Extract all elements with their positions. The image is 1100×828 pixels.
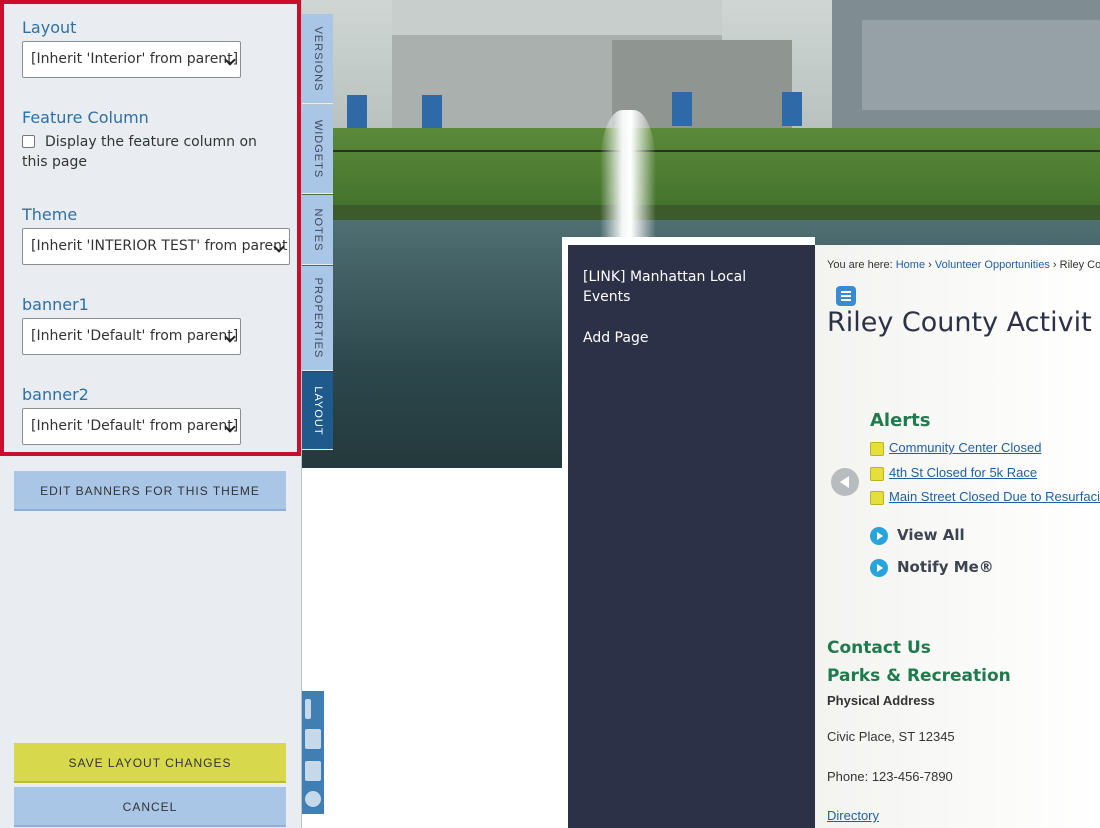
- mini-toolbar: [302, 691, 324, 814]
- layout-panel: Layout [Inherit 'Interior' from parent] …: [0, 0, 302, 828]
- banner1-label: banner1: [22, 295, 89, 314]
- tab-properties[interactable]: PROPERTIES: [302, 266, 333, 371]
- nav-item-manhattan-events[interactable]: [LINK] Manhattan Local Events: [583, 267, 763, 307]
- tab-versions-label: VERSIONS: [311, 26, 324, 91]
- arrow-circle-icon: [870, 559, 888, 577]
- banner1-select-value: [Inherit 'Default' from parent]: [31, 328, 239, 344]
- theme-label: Theme: [22, 205, 78, 224]
- tab-properties-label: PROPERTIES: [311, 277, 324, 359]
- theme-select[interactable]: [Inherit 'INTERIOR TEST' from parent]: [22, 228, 290, 265]
- banner2-select[interactable]: [Inherit 'Default' from parent]: [22, 408, 241, 445]
- save-layout-button[interactable]: SAVE LAYOUT CHANGES: [14, 743, 286, 783]
- phone-number: Phone: 123-456-7890: [827, 769, 953, 784]
- nav-item-add-page[interactable]: Add Page: [583, 328, 763, 348]
- breadcrumb-prefix: You are here:: [827, 259, 893, 271]
- page-content: You are here: Home › Volunteer Opportuni…: [815, 245, 1100, 828]
- breadcrumb-separator: ›: [928, 259, 932, 271]
- alert-bullet-icon: [870, 491, 884, 505]
- alerts-title: Alerts: [870, 410, 931, 431]
- alert-link[interactable]: Community Center Closed: [889, 440, 1041, 455]
- breadcrumb-separator: ›: [1052, 259, 1057, 271]
- view-all-label: View All: [897, 526, 965, 544]
- layout-form-highlight: Layout [Inherit 'Interior' from parent] …: [0, 0, 301, 456]
- feature-column-label: Feature Column: [22, 108, 149, 127]
- edit-banners-button[interactable]: EDIT BANNERS FOR THIS THEME: [14, 471, 286, 511]
- address-value: Civic Place, ST 12345: [827, 729, 955, 744]
- cancel-button[interactable]: CANCEL: [14, 787, 286, 827]
- tab-layout[interactable]: LAYOUT: [302, 372, 333, 450]
- layout-select[interactable]: [Inherit 'Interior' from parent]: [22, 41, 241, 78]
- page-left-nav: [LINK] Manhattan Local Events Add Page: [562, 237, 815, 828]
- theme-select-value: [Inherit 'INTERIOR TEST' from parent]: [31, 238, 290, 254]
- contact-us-heading: Contact Us: [827, 638, 931, 658]
- tab-notes[interactable]: NOTES: [302, 195, 333, 265]
- previous-arrow-icon[interactable]: [831, 468, 859, 496]
- notify-me-label: Notify Me®: [897, 558, 994, 576]
- breadcrumb-volunteer[interactable]: Volunteer Opportunities: [935, 259, 1050, 271]
- page-icon[interactable]: [305, 729, 321, 749]
- tab-layout-label: LAYOUT: [311, 385, 324, 436]
- arrow-circle-icon: [870, 527, 888, 545]
- tab-widgets[interactable]: WIDGETS: [302, 105, 333, 194]
- list-icon[interactable]: [836, 286, 856, 306]
- breadcrumb-current: Riley Co: [1059, 259, 1100, 271]
- tab-notes-label: NOTES: [311, 208, 324, 251]
- layout-label: Layout: [22, 18, 77, 37]
- breadcrumb: You are here: Home › Volunteer Opportuni…: [827, 259, 1100, 271]
- feature-column-checkbox-label: Display the feature column on this page: [22, 134, 257, 170]
- document-icon[interactable]: [305, 761, 321, 781]
- directory-link[interactable]: Directory: [827, 808, 879, 823]
- alert-link[interactable]: Main Street Closed Due to Resurfaci: [889, 489, 1100, 504]
- banner2-label: banner2: [22, 385, 89, 404]
- department-heading: Parks & Recreation: [827, 666, 1011, 686]
- layout-select-value: [Inherit 'Interior' from parent]: [31, 51, 239, 67]
- tab-widgets-label: WIDGETS: [311, 119, 324, 179]
- layout-icon[interactable]: [305, 699, 311, 719]
- banner1-select[interactable]: [Inherit 'Default' from parent]: [22, 318, 241, 355]
- anchor-icon[interactable]: [305, 791, 321, 807]
- page-title: Riley County Activit: [827, 307, 1092, 338]
- banner2-select-value: [Inherit 'Default' from parent]: [31, 418, 239, 434]
- alert-link[interactable]: 4th St Closed for 5k Race: [889, 465, 1037, 480]
- breadcrumb-home[interactable]: Home: [896, 259, 925, 271]
- address-label: Physical Address: [827, 693, 935, 708]
- alert-bullet-icon: [870, 442, 884, 456]
- alert-bullet-icon: [870, 467, 884, 481]
- tab-versions[interactable]: VERSIONS: [302, 14, 333, 104]
